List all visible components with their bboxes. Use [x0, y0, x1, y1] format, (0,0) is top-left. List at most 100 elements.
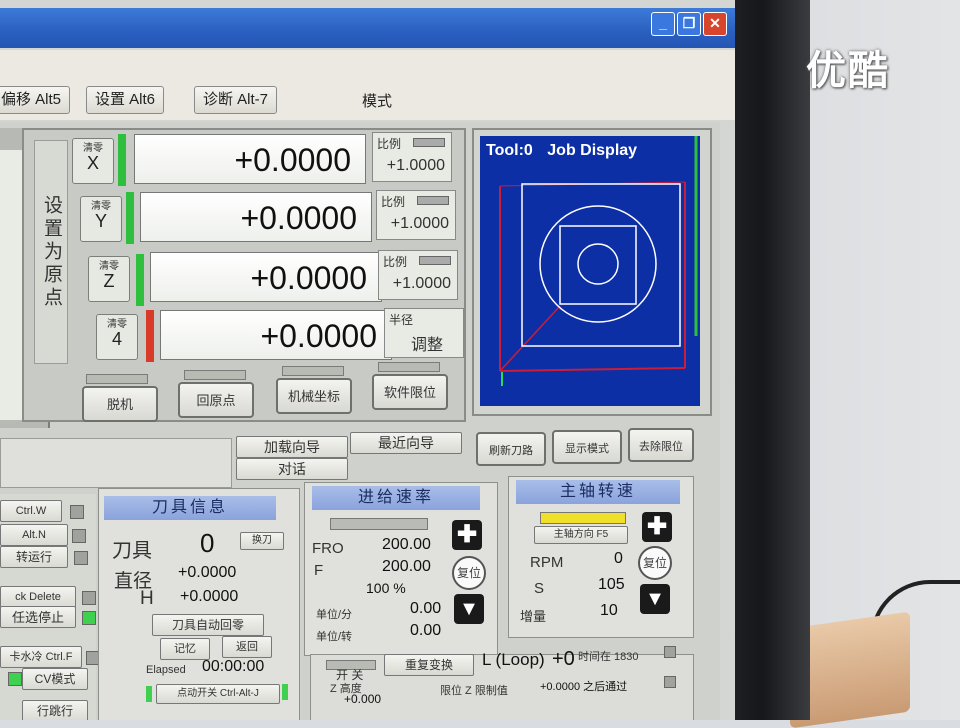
- fro-label: FRO: [312, 540, 344, 557]
- regen-toolpath-button[interactable]: 刷新刀路: [476, 432, 546, 466]
- dro-4[interactable]: +0.0000: [160, 310, 392, 360]
- left-list-led: [70, 505, 84, 519]
- minimize-button[interactable]: _: [651, 12, 675, 36]
- ratio-indicator: [419, 256, 451, 265]
- offline-button[interactable]: 脱机: [82, 386, 158, 422]
- loop-note: 时间在 1830: [578, 651, 639, 663]
- spindle-up-arrow-icon[interactable]: ✚: [642, 512, 672, 542]
- recent-wizard-button[interactable]: 最近向导: [350, 432, 462, 454]
- remember-button[interactable]: 记忆: [160, 638, 210, 660]
- ratio-label: 比例: [377, 137, 402, 151]
- tool-label: 刀具: [112, 540, 152, 562]
- fro-percent: 100 %: [366, 580, 406, 596]
- left-list-item[interactable]: 转运行: [0, 546, 68, 568]
- tab-diagnose[interactable]: 诊断 Alt-7: [194, 86, 278, 114]
- screen: _ ❐ ✕ 偏移 Alt5 设置 Alt6 诊断 Alt-7 模式 设置为原点 …: [0, 0, 735, 720]
- s-label: S: [534, 580, 545, 597]
- feed-rate-header: 进给速率: [312, 486, 480, 510]
- spindle-down-arrow-icon[interactable]: ▼: [640, 584, 670, 614]
- f-label: F: [314, 562, 324, 579]
- toolpath-drawing: [499, 136, 698, 386]
- left-list-item[interactable]: CV模式: [22, 668, 88, 690]
- tab-settings[interactable]: 设置 Alt6: [86, 86, 165, 114]
- s-value[interactable]: 105: [598, 576, 625, 594]
- load-wizard-button[interactable]: 加载向导: [236, 436, 348, 458]
- ratio-z[interactable]: 比例 +1.0000: [378, 250, 458, 300]
- home-button[interactable]: 回原点: [178, 382, 254, 418]
- left-list-led: [72, 529, 86, 543]
- ratio-label: 比例: [381, 195, 406, 209]
- left-list-led: [74, 551, 88, 565]
- axis-letter: Z: [103, 271, 115, 291]
- set-home-label: 设置为原点: [34, 140, 68, 364]
- dro-x[interactable]: +0.0000: [134, 134, 366, 184]
- left-list-item[interactable]: Ctrl.W: [0, 500, 62, 522]
- jog-led: [146, 686, 152, 702]
- feed-reset-button[interactable]: 复位: [452, 556, 486, 590]
- jog-toggle-button[interactable]: 点动开关 Ctrl-Alt-J: [156, 684, 280, 704]
- feed-up-arrow-icon[interactable]: ✚: [452, 520, 482, 550]
- soft-limit-button[interactable]: 软件限位: [372, 374, 448, 410]
- axis-led-4: [146, 310, 154, 362]
- loop-led: [664, 646, 676, 658]
- zero-y-button[interactable]: 清零 Y: [80, 196, 122, 242]
- dro-y[interactable]: +0.0000: [140, 192, 372, 242]
- machine-coord-button[interactable]: 机械坐标: [276, 378, 352, 414]
- left-list-led: [82, 591, 96, 605]
- f-value[interactable]: 200.00: [382, 558, 431, 576]
- maximize-button[interactable]: ❐: [677, 12, 701, 36]
- job-display[interactable]: [480, 136, 700, 406]
- machine-coord-led: [282, 366, 344, 376]
- zero-4-button[interactable]: 清零 4: [96, 314, 138, 360]
- left-list-item[interactable]: ck Delete: [0, 586, 76, 608]
- rpm-value: 0: [614, 550, 623, 567]
- tab-offset[interactable]: 偏移 Alt5: [0, 86, 71, 114]
- height-label: H: [140, 588, 154, 609]
- ratio-value: +1.0000: [390, 215, 449, 232]
- spindle-header: 主轴转速: [516, 480, 680, 504]
- radius-adjust[interactable]: 半径 调整: [384, 308, 464, 358]
- height-value[interactable]: +0.0000: [180, 588, 238, 606]
- left-list-item[interactable]: Alt.N: [0, 524, 68, 546]
- units-rev-label: 单位/转: [316, 631, 353, 643]
- job-display-title: Tool:0 Job Display: [486, 142, 637, 160]
- auto-tool-zero-button[interactable]: 刀具自动回零: [152, 614, 264, 636]
- feed-rate-bar: [330, 518, 428, 530]
- mode-label: 模式: [362, 93, 393, 110]
- step-label: 增量: [520, 609, 547, 624]
- dialog-button[interactable]: 对话: [236, 458, 348, 480]
- fro-value[interactable]: 200.00: [382, 536, 431, 554]
- units-rev-value: 0.00: [410, 622, 442, 639]
- z-inhibit-led: [664, 676, 676, 688]
- ratio-x[interactable]: 比例 +1.0000: [372, 132, 452, 182]
- remove-limit-button[interactable]: 去除限位: [628, 428, 694, 462]
- diameter-value[interactable]: +0.0000: [178, 564, 236, 582]
- left-list-led: [82, 611, 96, 625]
- spindle-reset-button[interactable]: 复位: [638, 546, 672, 580]
- close-button[interactable]: ✕: [703, 12, 727, 36]
- repeat-transform-button[interactable]: 重复变换: [384, 654, 474, 676]
- spindle-direction-button[interactable]: 主轴方向 F5: [534, 526, 628, 544]
- left-list-item[interactable]: 卡水冷 Ctrl.F: [0, 646, 82, 668]
- axis-letter: Y: [94, 211, 107, 231]
- axis-led-y: [126, 192, 134, 244]
- left-list-item[interactable]: 任选停止: [0, 606, 76, 628]
- tool-value[interactable]: 0: [200, 528, 214, 559]
- axis-led-x: [118, 134, 126, 186]
- soft-limit-led: [378, 362, 440, 372]
- step-value[interactable]: 10: [600, 602, 618, 620]
- feed-down-arrow-icon[interactable]: ▼: [454, 594, 484, 624]
- dro-z[interactable]: +0.0000: [150, 252, 382, 302]
- z-inhibit-value: +0.0000 之后通过: [540, 681, 628, 693]
- zero-x-button[interactable]: 清零 X: [72, 138, 114, 184]
- offline-led: [86, 374, 148, 384]
- display-mode-button[interactable]: 显示模式: [552, 430, 622, 464]
- return-button[interactable]: 返回: [222, 636, 272, 658]
- loop-value: +0: [552, 648, 575, 670]
- left-list-item[interactable]: 行跳行: [22, 700, 88, 720]
- zero-z-button[interactable]: 清零 Z: [88, 256, 130, 302]
- ratio-y[interactable]: 比例 +1.0000: [376, 190, 456, 240]
- axis-letter: X: [86, 153, 99, 173]
- title-bar: [0, 8, 735, 48]
- tool-change-button[interactable]: 换刀: [240, 532, 284, 550]
